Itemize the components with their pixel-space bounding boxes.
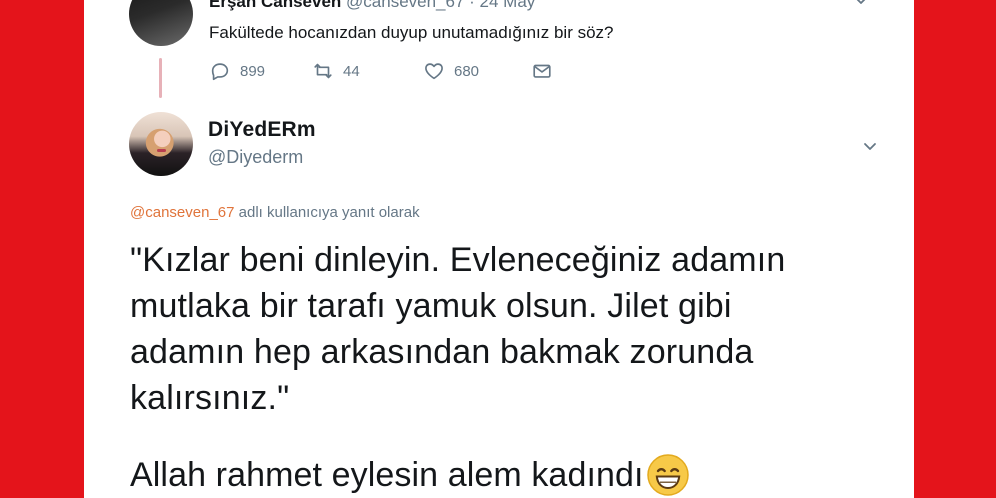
message-icon xyxy=(531,60,553,82)
parent-author-avatar[interactable] xyxy=(129,0,193,46)
tweet-body-line: "Kızlar beni dinleyin. Evleneceğiniz ada… xyxy=(130,241,786,279)
parent-tweet-header: Erşan Canseven @canseven_67 · 24 May xyxy=(209,0,535,12)
tweet-body-line: mutlaka bir tarafı yamuk olsun. Jilet gi… xyxy=(130,287,732,325)
main-more-options-button[interactable] xyxy=(862,138,878,154)
grinning-face-emoji-icon xyxy=(646,453,690,497)
retweet-icon xyxy=(312,60,334,82)
main-author-handle[interactable]: @Diyederm xyxy=(208,146,303,168)
main-tweet-second-paragraph: Allah rahmet eylesin alem kadındı xyxy=(130,452,690,498)
chevron-down-icon xyxy=(862,138,878,154)
parent-handle-date[interactable]: @canseven_67 · 24 May xyxy=(346,0,535,11)
like-count: 680 xyxy=(454,62,480,80)
chevron-down-icon xyxy=(853,0,869,8)
retweet-button[interactable]: 44 xyxy=(312,60,360,82)
reply-mention-link[interactable]: @canseven_67 xyxy=(130,204,234,221)
tweet-body-line: kalırsınız." xyxy=(130,379,290,417)
reply-icon xyxy=(209,60,231,82)
like-button[interactable]: 680 xyxy=(423,60,479,82)
reply-button[interactable]: 899 xyxy=(209,60,265,82)
parent-author-name[interactable]: Erşan Canseven xyxy=(209,0,341,11)
second-paragraph-text: Allah rahmet eylesin alem kadındı xyxy=(130,456,644,494)
reply-context-text: adlı kullanıcıya yanıt olarak xyxy=(238,204,420,221)
main-author-avatar[interactable] xyxy=(129,112,193,176)
direct-message-button[interactable] xyxy=(531,60,553,82)
main-author-name[interactable]: DiYedERm xyxy=(208,117,316,143)
reply-count: 899 xyxy=(240,62,266,80)
parent-more-options-button[interactable] xyxy=(853,0,869,8)
tweet-body-line: adamın hep arkasından bakmak zorunda xyxy=(130,333,754,371)
main-tweet-body: "Kızlar beni dinleyin. Evleneceğiniz ada… xyxy=(130,237,860,421)
parent-tweet[interactable]: Erşan Canseven @canseven_67 · 24 May Fak… xyxy=(129,0,889,82)
reply-context: @canseven_67 adlı kullanıcıya yanıt olar… xyxy=(130,204,420,222)
screenshot-canvas: Erşan Canseven @canseven_67 · 24 May Fak… xyxy=(0,0,996,498)
retweet-count: 44 xyxy=(343,62,360,80)
parent-tweet-text: Fakültede hocanızdan duyup unutamadığını… xyxy=(209,23,614,42)
avatar-face-detail xyxy=(157,149,166,152)
tweet-thread-card: Erşan Canseven @canseven_67 · 24 May Fak… xyxy=(84,0,914,498)
heart-icon xyxy=(423,60,445,82)
